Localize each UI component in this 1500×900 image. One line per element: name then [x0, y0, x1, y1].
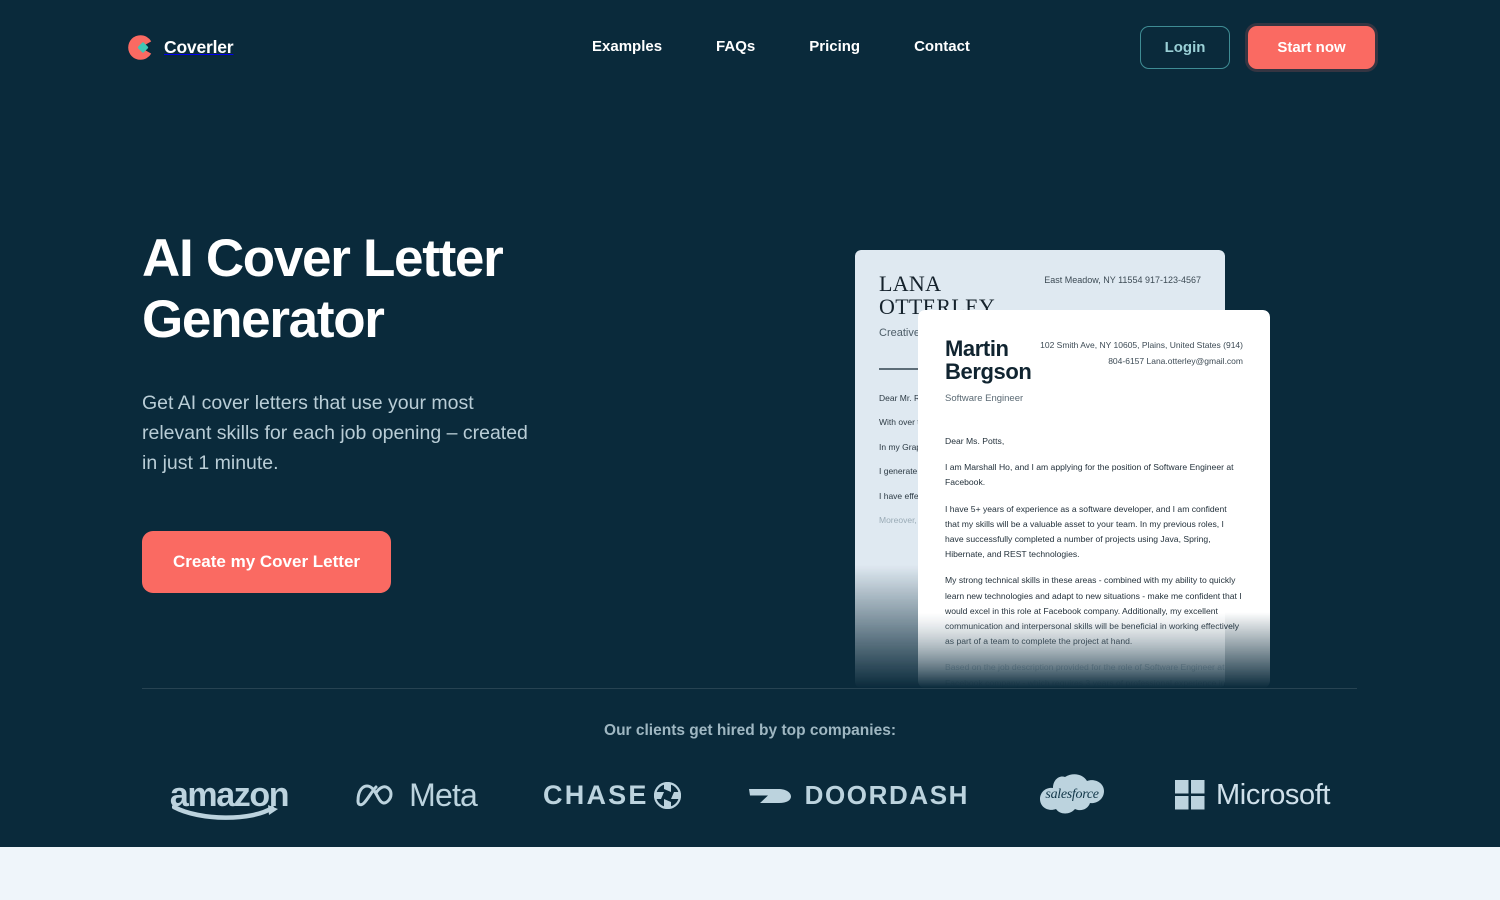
clients-heading: Our clients get hired by top companies: [604, 722, 896, 739]
front-letter-name: Martin Bergson [945, 336, 1032, 384]
logo-amazon: amazon [170, 766, 289, 824]
section-divider [142, 688, 1357, 689]
front-letter-paragraph: My strong technical skills in these area… [945, 575, 1242, 647]
front-letter-faded-paragraph: Based on the job description provided fo… [945, 662, 1226, 688]
front-letter-paragraph: I have 5+ years of experience as a softw… [945, 503, 1227, 560]
nav-item-examples[interactable]: Examples [592, 38, 662, 55]
logo-meta: Meta [354, 766, 478, 824]
front-letter-paragraph: I am Marshall Ho, and I am applying for … [945, 462, 1234, 488]
coverler-logo-icon [127, 34, 154, 61]
logo-chase: CHASE [543, 766, 681, 824]
hero-copy: AI Cover Letter Generator Get AI cover l… [142, 228, 702, 593]
nav-item-pricing[interactable]: Pricing [809, 38, 860, 55]
front-letter-body: Dear Ms. Potts, I am Marshall Ho, and I … [945, 434, 1243, 688]
chase-octagon-icon [653, 781, 681, 809]
meta-wordmark: Meta [409, 776, 478, 813]
meta-infinity-icon [356, 784, 393, 807]
amazon-smile-icon [171, 804, 278, 820]
chase-wordmark: CHASE [543, 779, 649, 810]
nav-actions: Login Start now [1140, 26, 1375, 69]
logo-microsoft: Microsoft [1175, 766, 1330, 824]
logo-salesforce: salesforce [1035, 766, 1109, 824]
logo-doordash: DOORDASH [747, 766, 969, 824]
doordash-wordmark: DOORDASH [804, 779, 970, 810]
brand-name: Coverler [164, 37, 234, 57]
start-now-button[interactable]: Start now [1248, 26, 1375, 69]
microsoft-squares-icon [1175, 780, 1205, 810]
front-letter-role: Software Engineer [945, 393, 1024, 404]
salesforce-wordmark: salesforce [1045, 787, 1099, 802]
next-section-placeholder [0, 847, 1500, 900]
nav-item-faqs[interactable]: FAQs [716, 38, 755, 55]
brand-logo-link[interactable]: Coverler [127, 34, 234, 61]
front-letter-contact: 102 Smith Ave, NY 10605, Plains, United … [1040, 340, 1243, 366]
nav-item-contact[interactable]: Contact [914, 38, 970, 55]
nav-links: Examples FAQs Pricing Contact [592, 38, 970, 55]
login-button[interactable]: Login [1140, 26, 1230, 69]
cover-letter-preview-stack: LANA OTTERLEY East Meadow, NY 11554 917-… [855, 250, 1285, 688]
top-navigation-bar: Coverler Examples FAQs Pricing Contact L… [0, 0, 1500, 96]
front-letter-salutation: Dear Ms. Potts, [945, 436, 1005, 446]
doordash-dash-icon [748, 789, 791, 803]
create-cover-letter-button[interactable]: Create my Cover Letter [142, 531, 391, 593]
hero-subtitle: Get AI cover letters that use your most … [142, 392, 528, 474]
cover-letter-card-front[interactable]: Martin Bergson Software Engineer 102 Smi… [918, 310, 1270, 688]
page-title: AI Cover Letter Generator [142, 229, 504, 349]
back-letter-contact: East Meadow, NY 11554 917-123-4567 [1044, 275, 1201, 285]
microsoft-wordmark: Microsoft [1216, 778, 1331, 811]
hero-section: Coverler Examples FAQs Pricing Contact L… [0, 0, 1500, 847]
client-logo-row: amazon Meta CHASE DOORDASH salesforce Mi… [0, 766, 1500, 824]
